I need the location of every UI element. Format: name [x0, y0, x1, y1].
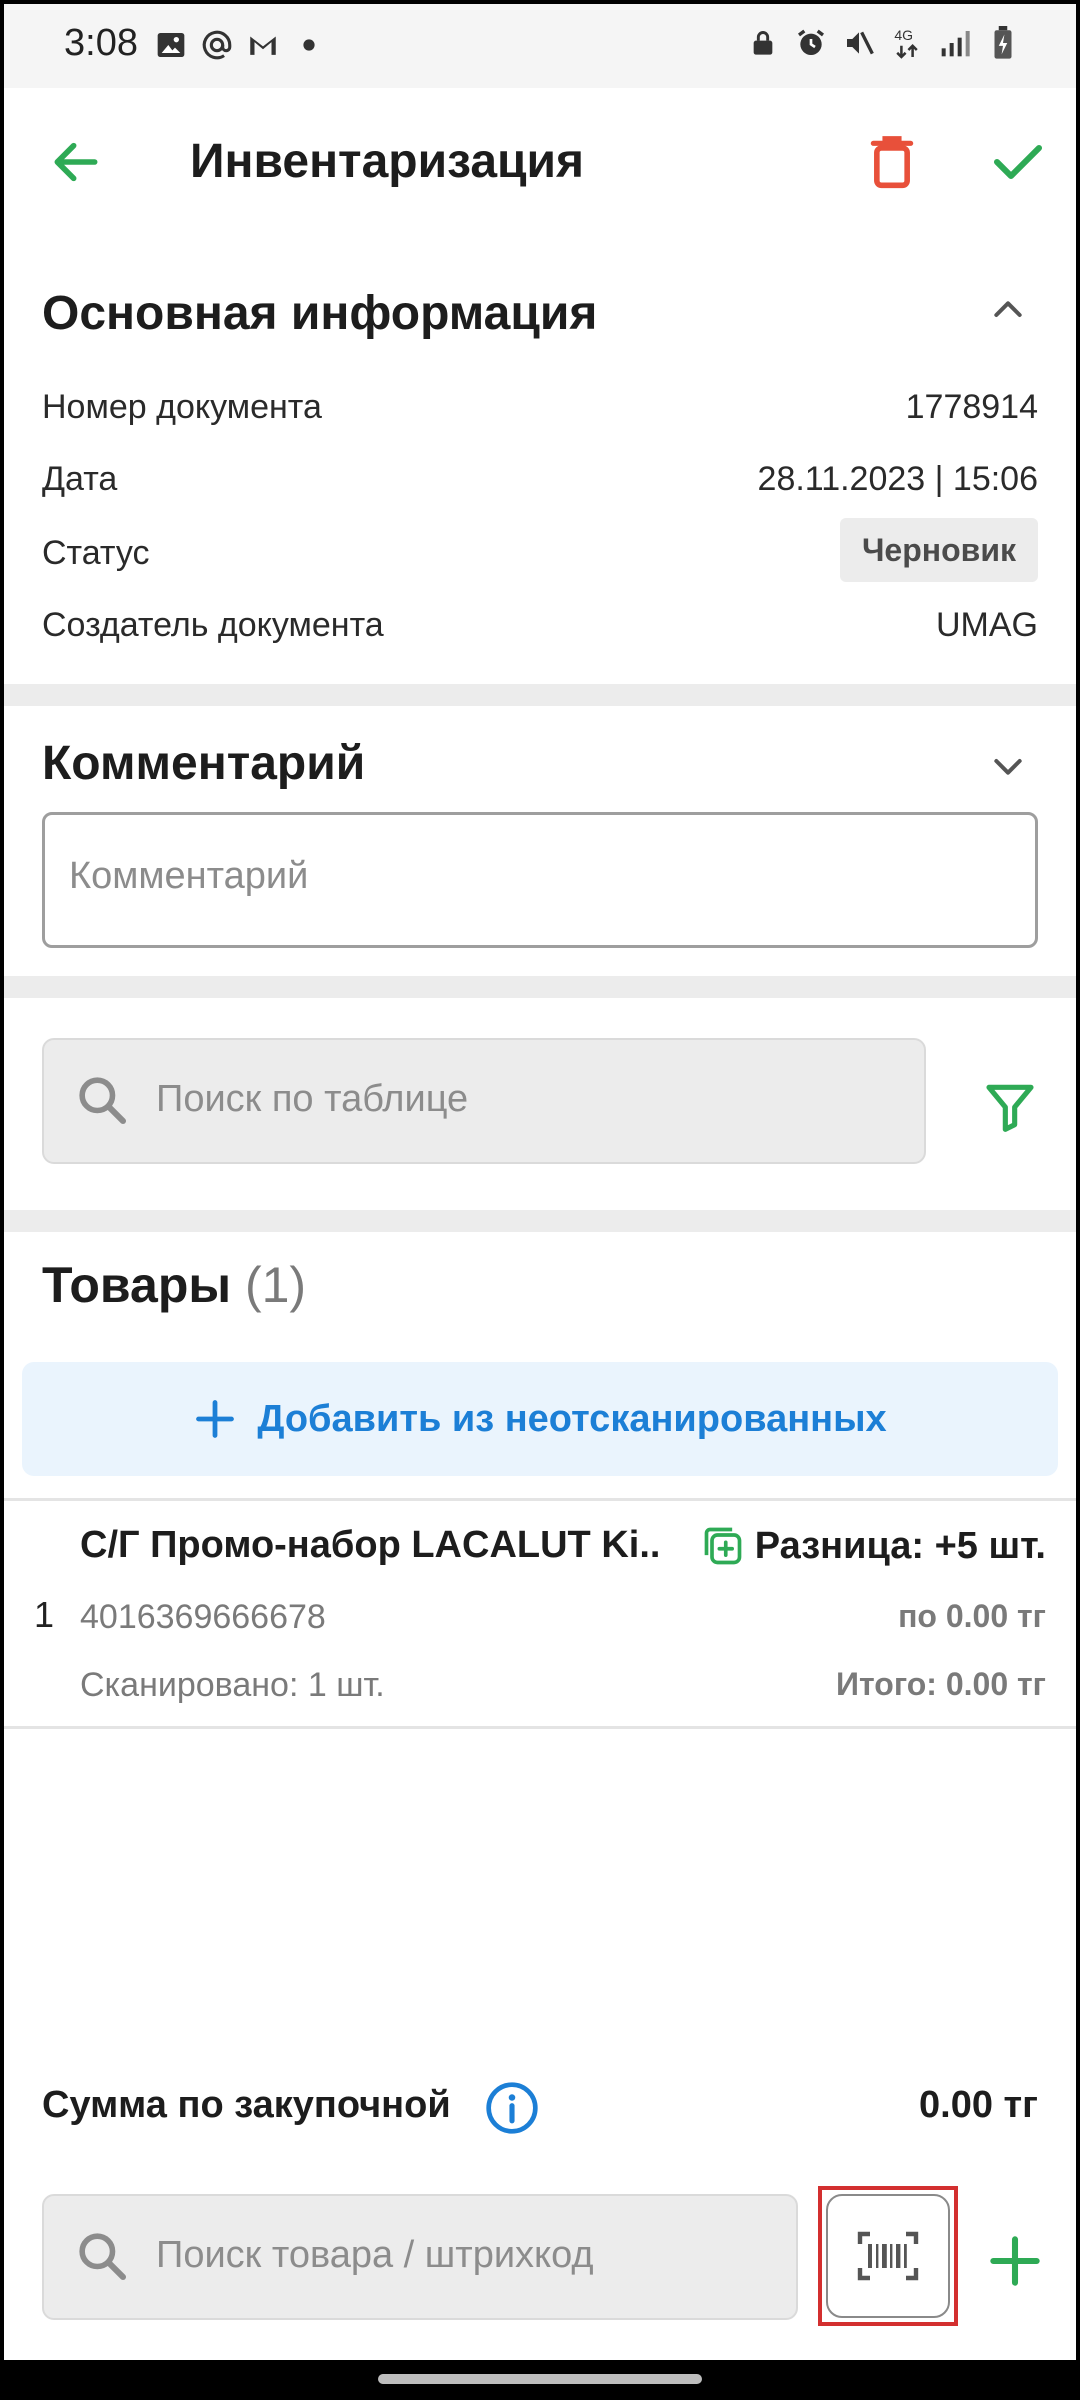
goods-count: (1): [244, 1257, 307, 1313]
product-search-box[interactable]: [42, 2194, 798, 2320]
item-total: Итого: 0.00 тг: [836, 1666, 1046, 1702]
comment-field[interactable]: [42, 812, 1038, 948]
date-label: Дата: [42, 460, 118, 498]
item-barcode: 4016369666678: [80, 1598, 326, 1636]
system-icons: 4G: [746, 26, 1020, 60]
collapse-main-info-button[interactable]: [980, 282, 1036, 338]
purchase-sum-label: Сумма по закупочной: [42, 2084, 451, 2126]
item-difference-text: Разница: +5 шт.: [754, 1524, 1046, 1567]
doc-number-value: 1778914: [905, 388, 1038, 426]
arrow-back-icon: [54, 142, 98, 182]
barcode-scan-button[interactable]: [826, 2194, 950, 2318]
table-search-box[interactable]: [42, 1038, 926, 1164]
chevron-up-icon: [994, 301, 1022, 317]
alarm-icon: [794, 26, 828, 60]
svg-text:4G: 4G: [894, 27, 913, 43]
filter-icon: [986, 1084, 1034, 1132]
item-scanned: Сканировано: 1 шт.: [80, 1666, 385, 1704]
creator-value: UMAG: [936, 606, 1038, 644]
row-divider: [4, 1498, 1076, 1501]
filter-button[interactable]: [974, 1070, 1046, 1142]
plus-icon: [196, 1400, 235, 1438]
status-badge: Черновик: [839, 518, 1038, 582]
item-price: по 0.00 тг: [898, 1598, 1046, 1634]
add-copy-icon: [704, 1527, 742, 1565]
purchase-sum-value: 0.00 тг: [919, 2084, 1038, 2126]
battery-icon: [986, 26, 1020, 60]
goods-title-label: Товары: [42, 1257, 232, 1313]
section-divider: [4, 684, 1076, 706]
row-divider: [4, 1726, 1076, 1729]
notification-icons: [154, 28, 326, 62]
add-unscanned-button[interactable]: Добавить из неотсканированных: [22, 1362, 1058, 1476]
section-divider: [4, 1210, 1076, 1232]
info-icon: [486, 2082, 538, 2134]
search-icon: [79, 1077, 127, 1125]
item-name: С/Г Промо-набор LACALUT Ki..: [80, 1524, 661, 1566]
comment-title: Комментарий: [42, 737, 366, 790]
dot-icon: [292, 28, 326, 62]
comment-input[interactable]: [69, 855, 1009, 898]
doc-number-label: Номер документа: [42, 388, 322, 426]
at-icon: [200, 28, 234, 62]
status-label: Статус: [42, 534, 150, 572]
delete-button[interactable]: [856, 126, 928, 198]
check-icon: [993, 144, 1043, 180]
expand-comment-button[interactable]: [980, 738, 1036, 794]
date-value: 28.11.2023 | 15:06: [757, 460, 1038, 498]
add-unscanned-label: Добавить из неотсканированных: [257, 1397, 887, 1440]
page-title: Инвентаризация: [190, 135, 585, 188]
search-icon: [79, 2233, 127, 2281]
confirm-button[interactable]: [982, 126, 1054, 198]
main-info-title: Основная информация: [42, 287, 598, 340]
status-bar: 3:08 4G: [4, 4, 1076, 88]
app-screen: 3:08 4G Инвентаризация Основная информац…: [4, 4, 1076, 2360]
plus-icon: [990, 2236, 1040, 2286]
add-product-button[interactable]: [980, 2226, 1050, 2296]
mute-icon: [842, 26, 876, 60]
table-search-input[interactable]: [156, 1078, 860, 1121]
home-gesture-handle[interactable]: [378, 2374, 702, 2384]
trash-icon: [870, 136, 914, 189]
gmail-icon: [246, 28, 280, 62]
goods-title: Товары (1): [42, 1256, 306, 1314]
highlight-frame: [818, 2186, 958, 2326]
app-bar: Инвентаризация: [4, 88, 1076, 238]
item-index: 1: [34, 1594, 55, 1635]
network-4g-icon: 4G: [890, 26, 924, 60]
signal-icon: [938, 26, 972, 60]
product-search-input[interactable]: [156, 2234, 758, 2277]
chevron-down-icon: [994, 759, 1022, 775]
lock-icon: [746, 26, 780, 60]
info-button[interactable]: [482, 2078, 542, 2138]
navigation-bar: [0, 2360, 1080, 2400]
section-divider: [4, 976, 1076, 998]
item-difference: Разница: +5 шт.: [701, 1524, 1046, 1568]
status-time: 3:08: [64, 22, 138, 64]
barcode-scan-icon: [857, 2231, 919, 2281]
image-icon: [154, 28, 188, 62]
creator-label: Создатель документа: [42, 606, 384, 644]
back-button[interactable]: [40, 126, 112, 198]
